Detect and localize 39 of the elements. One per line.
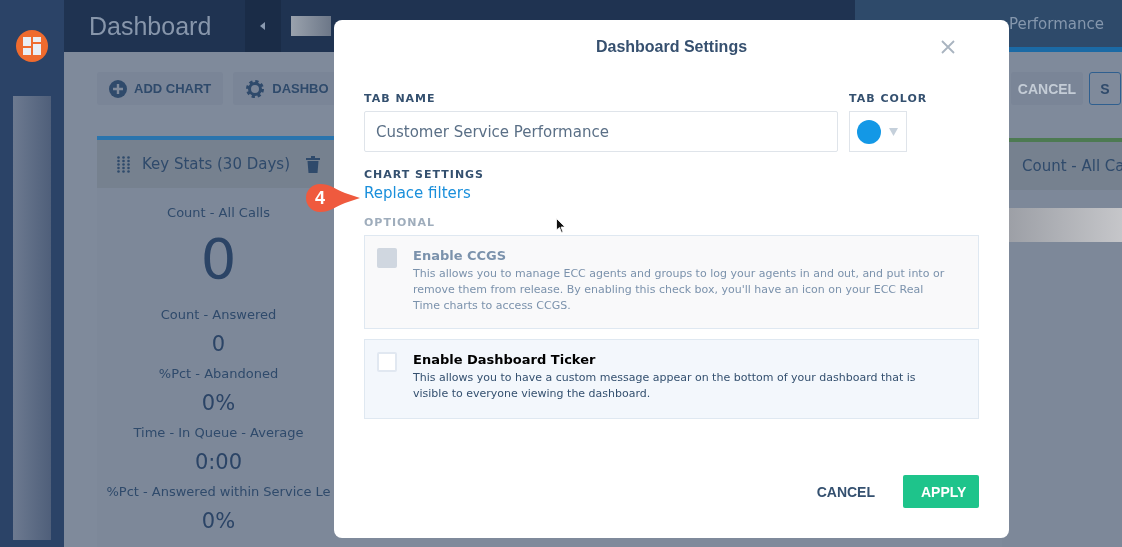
card-title: Key Stats (30 Days) — [142, 155, 291, 173]
tab-name-field[interactable]: Customer Service Performance — [364, 111, 838, 152]
stat-label: %Pct - Answered within Service Le — [106, 483, 331, 501]
toolbar-button[interactable]: S — [1089, 72, 1121, 105]
cursor-icon — [556, 218, 566, 234]
option-description: This allows you to have a custom message appear on the bottom of your dashboard that is visible to everyone viewing the dashboard. — [413, 370, 917, 402]
stat-value: 0% — [201, 508, 236, 535]
caret-icon — [260, 22, 266, 30]
checkbox[interactable] — [377, 352, 397, 372]
plus-icon — [109, 79, 127, 98]
gear-icon — [245, 78, 266, 99]
dialog-title: Dashboard Settings — [595, 38, 748, 56]
stat-label: %Pct - Abandoned — [158, 365, 279, 383]
close-icon[interactable] — [941, 40, 955, 54]
dropdown-arrow-icon — [889, 127, 898, 136]
apply-button[interactable]: APPLY — [903, 475, 979, 508]
stat-label: Count - Answered — [160, 306, 277, 324]
step-badge: 4 — [305, 183, 361, 213]
toolbar-button[interactable]: ADD CHART — [97, 72, 224, 105]
field-label: TAB COLOR — [849, 92, 928, 105]
page-title: Dashboard — [88, 10, 213, 42]
stat-label: Count - All Calls — [167, 204, 270, 222]
stat-value: 0 — [211, 331, 226, 358]
stat-value: 0 — [200, 225, 237, 293]
option-title: Enable CCGS — [413, 248, 508, 263]
drag-handle-icon[interactable] — [117, 155, 130, 173]
stat-label: Time - In Queue - Average — [133, 424, 304, 442]
dashboard-logo-icon[interactable] — [16, 30, 48, 62]
stat-value: 0% — [201, 390, 236, 417]
color-picker[interactable] — [849, 111, 907, 152]
replace-filters-link[interactable]: Replace filters — [364, 184, 471, 202]
field-label: TAB NAME — [364, 92, 436, 105]
trash-icon[interactable] — [306, 155, 320, 173]
stat-value: 0:00 — [194, 449, 243, 476]
color-swatch — [857, 119, 881, 144]
section-label: OPTIONAL — [364, 216, 436, 229]
section-label: CHART SETTINGS — [364, 168, 485, 181]
option-description: This allows you to manage ECC agents and groups to log your agents in and out, and put into or remove them from release. By enabling this check box, you'll have an icon on your ECC Real Time charts to access CCGS. — [413, 266, 946, 314]
option-title: Enable Dashboard Ticker — [413, 352, 597, 367]
